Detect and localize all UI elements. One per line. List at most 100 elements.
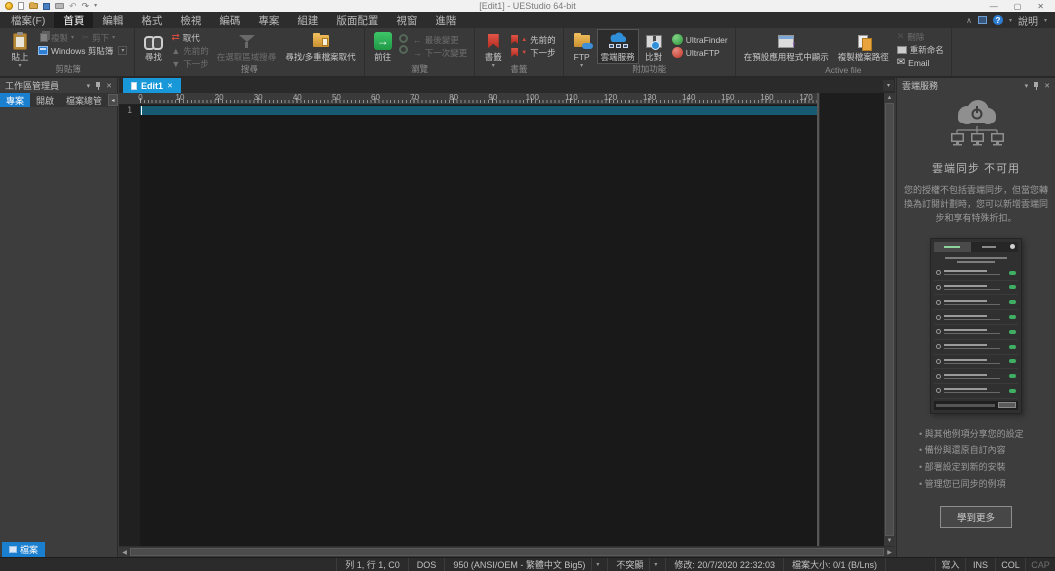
tab-explorer[interactable]: 檔案總管 [60,93,108,107]
menu-item[interactable]: 編輯 [93,12,132,28]
text-editing-area[interactable] [140,105,817,546]
close-button[interactable]: ✕ [1037,2,1044,11]
help-menu-label[interactable]: 說明 [1018,13,1038,28]
open-in-default-app-button[interactable]: 在預設應用程式中顯示 [741,30,832,63]
nav-back-icon[interactable] [399,34,408,43]
help-icon[interactable]: ? [993,15,1003,25]
cloud-panel-pin-icon[interactable] [1033,82,1039,90]
next-change-button[interactable]: → 下一次變更 [411,47,470,58]
tab-open[interactable]: 開啟 [30,93,60,107]
encoding-selector[interactable]: 950 (ANSI/OEM - 繁體中文 Big5)▾ [444,558,607,571]
cut-button[interactable]: ✂ 剪下▾ [80,32,117,43]
default-app-icon [778,31,794,51]
cloud-panel-close-icon[interactable]: ✕ [1044,82,1050,90]
panel-pin-icon[interactable] [95,82,101,90]
cloud-services-icon [607,31,629,51]
scroll-right-icon[interactable]: ▶ [884,547,895,557]
sync-app-preview-image [930,238,1022,414]
replace-button[interactable]: ⇄ 取代 [169,32,210,43]
vertical-scrollbar[interactable]: ▲ ▼ [884,93,895,546]
menu-item[interactable]: 版面配置 [327,12,387,28]
menu-item[interactable]: 編碼 [210,12,249,28]
find-button[interactable]: 尋找 [140,30,166,63]
rename-file-button[interactable]: 重新命名 [895,44,946,55]
ribbon-group-clipboard: 貼上 ▾ 複製▾ ✂ 剪下▾ Windows 剪貼簿 ▾ 剪貼簿 [2,28,135,76]
card-row [934,281,1018,296]
learn-more-button[interactable]: 學到更多 [940,506,1012,528]
tab-scroll-left-icon[interactable]: ◂ [108,94,118,106]
find-previous-button[interactable]: ▲ 先前的 [169,45,210,56]
open-folder-icon[interactable] [29,3,38,9]
scroll-down-icon[interactable]: ▼ [884,536,895,546]
nav-forward-icon[interactable] [399,45,408,54]
qat-dropdown-icon[interactable]: ▾ [94,3,97,9]
compare-button[interactable]: 比對 [641,30,667,63]
bookmark-previous-button[interactable]: ▲ 先前的 [509,34,557,45]
find-replace-in-files-button[interactable]: 尋找/多重檔案取代 [282,30,358,63]
menu-item[interactable]: 檔案(F) [2,12,54,28]
new-file-icon[interactable] [18,2,24,10]
minimize-button[interactable]: — [990,2,998,11]
menu-item[interactable]: 專案 [249,12,288,28]
tab-list-dropdown-icon[interactable]: ▾ [883,80,894,91]
cloud-panel-dropdown-icon[interactable]: ▾ [1025,82,1029,90]
panel-dropdown-icon[interactable]: ▾ [87,82,91,90]
windows-clipboard-dropdown-icon[interactable]: ▾ [118,46,127,55]
copy-file-path-button[interactable]: 複製檔案路徑 [835,30,892,63]
horizontal-scroll-thumb[interactable] [130,548,884,556]
ribbon-layout-icon[interactable] [978,16,987,24]
app-logo-icon[interactable] [5,2,13,10]
window-title: [Edit1] - UEStudio 64-bit [479,1,576,11]
status-flag[interactable]: INS [965,558,995,571]
highlight-selector[interactable]: 不突顯▾ [607,558,665,571]
menu-item[interactable]: 組建 [288,12,327,28]
cloud-services-button[interactable]: 雲端服務 [598,30,638,63]
tab-projects[interactable]: 專案 [0,93,30,107]
windows-clipboard-button[interactable]: Windows 剪貼簿 ▾ [36,45,129,56]
bookmark-next-button[interactable]: ▼ 下一步 [509,47,557,58]
find-in-selection-button[interactable]: 在選取區域搜尋 [214,30,280,63]
maximize-button[interactable]: ▢ [1014,2,1022,11]
copy-button[interactable]: 複製▾ [36,32,76,43]
delete-file-button[interactable]: ✕ 刪除 [895,31,946,42]
scroll-up-icon[interactable]: ▲ [884,93,895,103]
horizontal-scrollbar[interactable]: ◀ ▶ [119,546,895,557]
line-number-gutter: 1 [119,105,140,546]
goto-button[interactable]: → 前往 [370,30,396,63]
undo-icon[interactable]: ↶ [69,2,77,11]
tab-close-icon[interactable]: ✕ [167,82,173,90]
save-icon[interactable] [43,3,50,10]
workspace-manager-title: 工作區管理員 [5,79,59,92]
windows-clipboard-icon [38,46,48,55]
redo-icon[interactable]: ↷ [82,2,90,11]
help-menu-caret-icon[interactable]: ▾ [1044,17,1047,24]
bullet-item: 與其他例項分享您的設定 [919,426,1049,443]
card-row [934,310,1018,325]
print-icon[interactable] [55,3,64,9]
scroll-left-icon[interactable]: ◀ [119,547,130,557]
files-dock-tab[interactable]: 檔案 [2,542,45,557]
status-flag[interactable]: CAP [1025,558,1055,571]
menu-item[interactable]: 首頁 [54,12,93,28]
ultrafinder-button[interactable]: UltraFinder [670,34,730,45]
status-flag[interactable]: 寫入 [935,558,965,571]
status-flag[interactable]: COL [995,558,1025,571]
menu-item[interactable]: 格式 [132,12,171,28]
card-row [934,384,1018,399]
menu-item[interactable]: 進階 [426,12,465,28]
bookmark-next-icon [511,48,518,57]
panel-close-icon[interactable]: ✕ [106,82,112,90]
help-dropdown-icon[interactable]: ▾ [1009,17,1012,24]
menu-item[interactable]: 視窗 [387,12,426,28]
vertical-scroll-thumb[interactable] [885,103,894,536]
highlight-dropdown-icon[interactable]: ▾ [649,558,657,571]
line-ending-type[interactable]: DOS [408,558,445,571]
copy-icon [40,33,48,42]
statusbar: 列 1, 行 1, C0 DOS 950 (ANSI/OEM - 繁體中文 Bi… [0,557,1055,571]
editor-tab-edit1[interactable]: Edit1 ✕ [123,78,181,93]
ultraftp-button[interactable]: UltraFTP [670,47,730,58]
last-change-button[interactable]: ← 最後變更 [411,34,470,45]
collapse-ribbon-icon[interactable]: ∧ [966,16,972,25]
menu-item[interactable]: 檢視 [171,12,210,28]
encoding-dropdown-icon[interactable]: ▾ [591,558,599,571]
